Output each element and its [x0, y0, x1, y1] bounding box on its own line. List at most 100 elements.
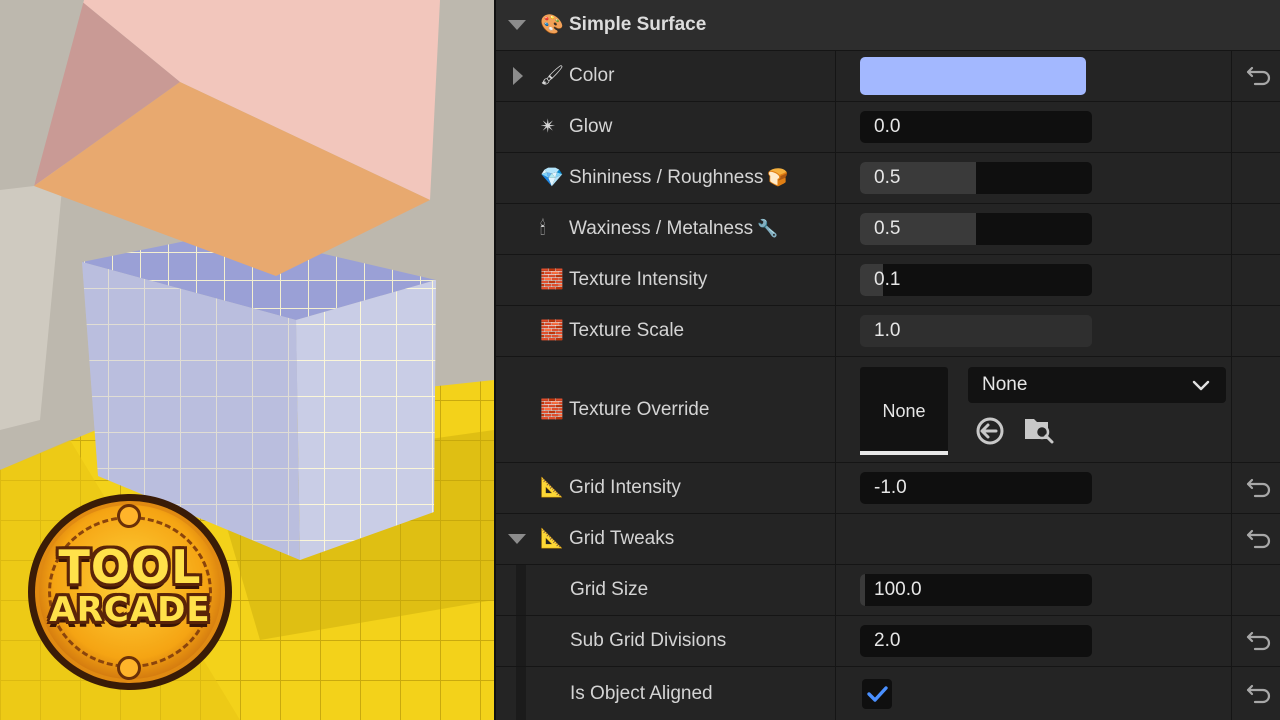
bricks-icon: 🧱	[540, 319, 564, 342]
reset-cell	[1233, 514, 1280, 564]
property-label: Waxiness / Metalness 🔧	[569, 218, 778, 240]
texture-thumbnail[interactable]: None	[860, 367, 948, 455]
name-cell: 📐 Grid Tweaks	[496, 514, 836, 564]
slider-fill	[860, 574, 865, 606]
sparkle-icon: ✴	[540, 115, 556, 138]
logo-gem-top	[117, 504, 141, 528]
reset-cell	[1233, 616, 1280, 666]
waxiness-slider[interactable]: 0.5	[860, 213, 1092, 245]
section-title: Simple Surface	[569, 14, 707, 35]
property-label: Is Object Aligned	[570, 682, 713, 704]
reset-cell	[1233, 204, 1280, 254]
property-group-grid-tweaks[interactable]: 📐 Grid Tweaks	[496, 514, 1280, 565]
color-swatch[interactable]	[860, 57, 1086, 95]
reset-cell	[1233, 153, 1280, 203]
name-cell: Grid Size	[496, 565, 836, 615]
property-row-waxiness: 🕯 Waxiness / Metalness 🔧 0.5	[496, 204, 1280, 255]
property-label: Glow	[569, 116, 613, 137]
reset-cell	[1233, 463, 1280, 513]
property-label: Shininess / Roughness 🍞	[569, 167, 789, 189]
field-value: 0.0	[874, 116, 901, 137]
group-label: Grid Tweaks	[569, 528, 675, 549]
shininess-slider[interactable]: 0.5	[860, 162, 1092, 194]
field-value: 1.0	[874, 320, 901, 341]
field-value: 0.5	[874, 218, 901, 239]
collapse-arrow-icon[interactable]	[508, 20, 526, 30]
field-value: 100.0	[874, 579, 922, 600]
glow-input[interactable]: 0.0	[860, 111, 1092, 143]
bread-icon: 🍞	[767, 168, 789, 187]
palette-icon: 🎨	[540, 13, 564, 36]
thumbnail-label: None	[882, 401, 926, 421]
value-cell	[837, 667, 1232, 720]
reset-to-default-icon[interactable]	[1246, 630, 1272, 652]
sub-grid-divisions-input[interactable]: 2.0	[860, 625, 1092, 657]
wrench-icon: 🔧	[757, 219, 779, 238]
expand-arrow-icon[interactable]	[513, 67, 523, 85]
field-value: 0.5	[874, 167, 901, 188]
combo-value: None	[982, 374, 1028, 395]
use-selected-asset-icon[interactable]	[974, 415, 1006, 447]
reset-cell	[1233, 306, 1280, 356]
property-row-color: 🖌 Color	[496, 51, 1280, 102]
field-value: 2.0	[874, 630, 901, 651]
field-value: -1.0	[874, 477, 907, 498]
paintbrush-icon: 🖌	[540, 64, 565, 87]
field-value: 0.1	[874, 269, 901, 290]
texture-intensity-slider[interactable]: 0.1	[860, 264, 1092, 296]
bricks-icon: 🧱	[540, 398, 564, 420]
thumbnail-underline	[860, 451, 948, 455]
tool-arcade-logo: TOOL ARCADE	[28, 494, 232, 690]
reset-to-default-icon[interactable]	[1246, 477, 1272, 499]
reset-to-default-icon[interactable]	[1246, 683, 1272, 705]
reset-to-default-icon[interactable]	[1246, 65, 1272, 87]
reset-to-default-icon[interactable]	[1246, 528, 1272, 550]
property-row-is-object-aligned: Is Object Aligned	[496, 667, 1280, 720]
property-row-grid-size: Grid Size 100.0	[496, 565, 1280, 616]
reset-cell	[1233, 102, 1280, 152]
property-row-sub-grid-divisions: Sub Grid Divisions 2.0	[496, 616, 1280, 667]
details-panel: 🎨 Simple Surface 🖌 Color ✴ Glow 0.0 💎 Sh…	[494, 0, 1280, 720]
name-cell: Sub Grid Divisions	[496, 616, 836, 666]
texture-asset-combo[interactable]: None	[968, 367, 1226, 403]
reset-cell	[1233, 565, 1280, 615]
viewport[interactable]: TOOL ARCADE	[0, 0, 494, 720]
property-label-text: Waxiness / Metalness	[569, 218, 754, 239]
indent-guide	[516, 667, 526, 720]
reset-cell	[1233, 51, 1280, 101]
browse-asset-icon[interactable]	[1022, 413, 1054, 445]
property-row-glow: ✴ Glow 0.0	[496, 102, 1280, 153]
triangle-ruler-icon: 📐	[540, 476, 564, 499]
reset-cell	[1233, 357, 1280, 462]
collapse-arrow-icon[interactable]	[508, 534, 526, 544]
texture-scale-input[interactable]: 1.0	[860, 315, 1092, 347]
grid-size-slider[interactable]: 100.0	[860, 574, 1092, 606]
name-cell: 🧱 Texture Scale	[496, 306, 836, 356]
property-label: Grid Intensity	[569, 477, 681, 498]
name-cell: 🕯 Waxiness / Metalness 🔧	[496, 204, 836, 254]
section-header-cell: 🎨 Simple Surface	[496, 0, 1280, 50]
property-label: Texture Scale	[569, 320, 685, 341]
property-row-texture-override: 🧱 Texture Override None None	[496, 357, 1280, 463]
name-cell: 📐 Grid Intensity	[496, 463, 836, 513]
property-label: Color	[569, 65, 615, 86]
property-label: Texture Override	[569, 398, 710, 420]
is-object-aligned-checkbox[interactable]	[862, 678, 892, 709]
value-cell	[837, 514, 1232, 564]
property-row-shininess: 💎 Shininess / Roughness 🍞 0.5	[496, 153, 1280, 204]
property-row-grid-intensity: 📐 Grid Intensity -1.0	[496, 463, 1280, 514]
triangle-ruler-icon: 📐	[540, 527, 564, 550]
section-header-simple-surface[interactable]: 🎨 Simple Surface	[496, 0, 1280, 51]
diamond-icon: 💎	[540, 166, 564, 189]
name-cell: Is Object Aligned	[496, 667, 836, 720]
grid-intensity-input[interactable]: -1.0	[860, 472, 1092, 504]
bricks-icon: 🧱	[540, 268, 564, 291]
logo-line1: TOOL	[58, 540, 202, 594]
checkmark-icon	[867, 685, 888, 702]
candle-icon: 🕯	[540, 217, 546, 240]
reset-cell	[1233, 667, 1280, 720]
property-row-texture-intensity: 🧱 Texture Intensity 0.1	[496, 255, 1280, 306]
name-cell: 🧱 Texture Override	[496, 357, 836, 462]
name-cell: 🧱 Texture Intensity	[496, 255, 836, 305]
logo-line2: ARCADE	[49, 590, 211, 630]
